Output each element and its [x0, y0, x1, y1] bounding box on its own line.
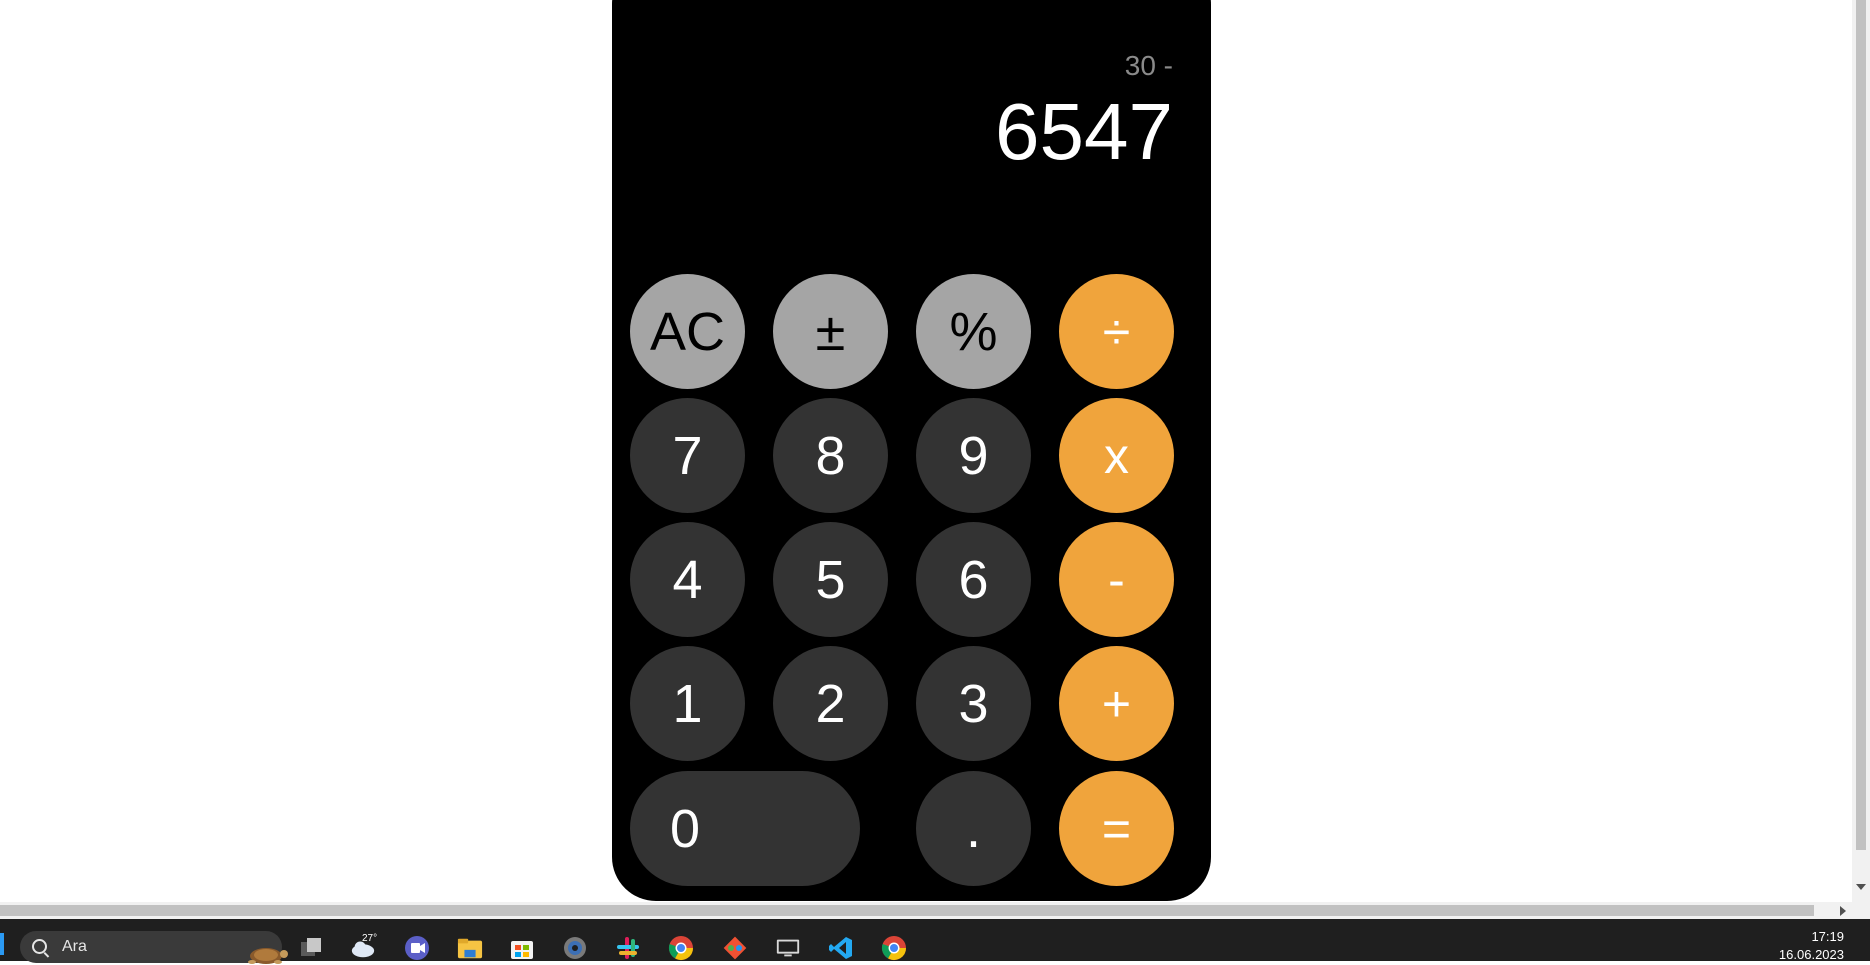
- minus-button[interactable]: -: [1059, 522, 1174, 637]
- teams-icon[interactable]: [404, 935, 430, 961]
- ac-button[interactable]: AC: [630, 274, 745, 389]
- clock-time[interactable]: 17:19: [1811, 929, 1844, 944]
- browser-viewport: 30 - 6547 AC ± % ÷ 7 8 9 x 4 5 6 - 1 2 3…: [0, 0, 1870, 964]
- horizontal-scrollbar-thumb[interactable]: [0, 905, 1814, 916]
- git-icon[interactable]: [722, 935, 748, 961]
- percent-button[interactable]: %: [916, 274, 1031, 389]
- digit-9-button[interactable]: 9: [916, 398, 1031, 513]
- digit-1-button[interactable]: 1: [630, 646, 745, 761]
- chrome-icon[interactable]: [881, 935, 907, 961]
- sign-toggle-button[interactable]: ±: [773, 274, 888, 389]
- start-button[interactable]: [0, 933, 4, 955]
- task-view-icon[interactable]: [298, 935, 324, 961]
- plus-button[interactable]: +: [1059, 646, 1174, 761]
- taskbar-search[interactable]: Ara: [20, 931, 288, 964]
- main-display: 6547: [995, 87, 1173, 176]
- digit-3-button[interactable]: 3: [916, 646, 1031, 761]
- multiply-button[interactable]: x: [1059, 398, 1174, 513]
- vertical-scrollbar[interactable]: [1852, 0, 1870, 902]
- taskbar: Ara 27° 17:19 16.06.2023: [0, 919, 1870, 964]
- digit-4-button[interactable]: 4: [630, 522, 745, 637]
- file-explorer-icon[interactable]: [457, 935, 483, 961]
- clock-date[interactable]: 16.06.2023: [1779, 947, 1844, 962]
- horizontal-scrollbar[interactable]: [0, 902, 1870, 919]
- equals-button[interactable]: =: [1059, 771, 1174, 886]
- divide-button[interactable]: ÷: [1059, 274, 1174, 389]
- vertical-scrollbar-thumb[interactable]: [1856, 0, 1866, 850]
- digit-2-button[interactable]: 2: [773, 646, 888, 761]
- weather-temp: 27°: [362, 933, 378, 944]
- vscode-icon[interactable]: [828, 935, 854, 961]
- calculator: 30 - 6547 AC ± % ÷ 7 8 9 x 4 5 6 - 1 2 3…: [612, 0, 1211, 901]
- search-placeholder: Ara: [62, 938, 87, 955]
- decimal-button[interactable]: .: [916, 771, 1031, 886]
- scroll-right-arrow-icon[interactable]: [1840, 906, 1846, 916]
- digit-5-button[interactable]: 5: [773, 522, 888, 637]
- digit-8-button[interactable]: 8: [773, 398, 888, 513]
- slack-icon[interactable]: [615, 935, 641, 961]
- store-icon[interactable]: [509, 935, 535, 961]
- search-icon: [32, 939, 47, 954]
- chrome-icon[interactable]: [668, 935, 694, 961]
- digit-7-button[interactable]: 7: [630, 398, 745, 513]
- digit-0-button[interactable]: 0: [630, 771, 860, 886]
- digit-6-button[interactable]: 6: [916, 522, 1031, 637]
- history-display: 30 -: [1124, 50, 1173, 81]
- turtle-highlight-icon: [248, 948, 288, 964]
- remote-desktop-icon[interactable]: [775, 935, 801, 961]
- weather-icon[interactable]: 27°: [350, 933, 378, 961]
- settings-icon[interactable]: [562, 935, 588, 961]
- scroll-down-arrow-icon[interactable]: [1856, 884, 1866, 890]
